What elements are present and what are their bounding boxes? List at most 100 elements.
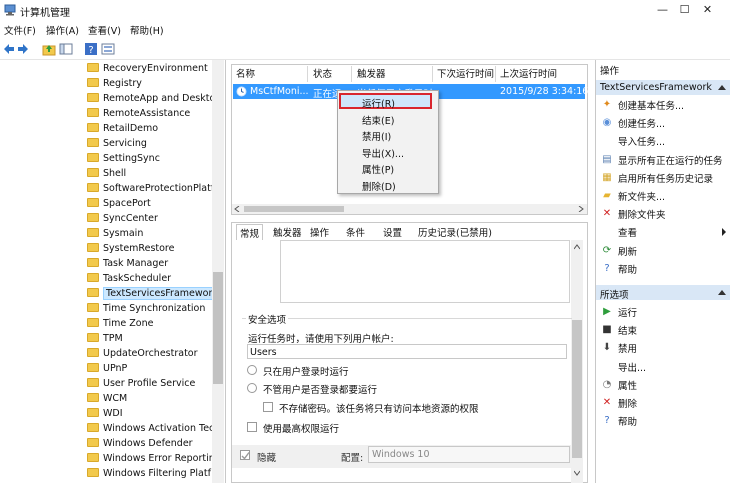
tree-scroll-thumb[interactable]: [213, 272, 223, 384]
task-clock-icon: [236, 86, 247, 97]
action-item[interactable]: 帮助: [618, 262, 637, 276]
column-last-run[interactable]: 上次运行时间: [500, 66, 557, 82]
list-scroll-thumb[interactable]: [244, 206, 344, 212]
menu-help[interactable]: 帮助(H): [130, 23, 164, 37]
tree-item[interactable]: Time Zone: [87, 318, 153, 333]
action-item[interactable]: 刷新: [618, 244, 637, 258]
action-item[interactable]: 删除文件夹: [618, 207, 666, 221]
actions-section-folder[interactable]: TextServicesFramework: [596, 80, 730, 95]
task-last-run: 2015/9/28 3:34:16: [500, 86, 589, 97]
tree-item[interactable]: Windows Error Reporting: [87, 453, 221, 468]
column-next-run[interactable]: 下次运行时间: [437, 66, 494, 82]
column-name[interactable]: 名称: [236, 66, 255, 82]
tree-item[interactable]: WCM: [87, 393, 127, 408]
column-divider[interactable]: [495, 66, 496, 82]
tree-item-label: SyncCenter: [103, 213, 158, 224]
selected-action-item[interactable]: 删除: [618, 396, 637, 410]
tree-item[interactable]: SyncCenter: [87, 213, 158, 228]
back-arrow-icon[interactable]: [3, 43, 15, 55]
description-box[interactable]: [280, 240, 570, 303]
context-end[interactable]: 结束(E): [362, 113, 394, 127]
collapse-arrow-icon[interactable]: [718, 85, 726, 90]
tree-item-label: Time Synchronization: [103, 303, 206, 314]
context-run[interactable]: 运行(R): [362, 96, 395, 110]
menu-file[interactable]: 文件(F): [4, 23, 36, 37]
folder-icon: [87, 78, 99, 87]
tree-item[interactable]: SoftwareProtectionPlatfo: [87, 183, 220, 198]
tree-item[interactable]: RetailDemo: [87, 123, 158, 138]
details-scroll-thumb[interactable]: [572, 320, 582, 458]
scroll-left-icon[interactable]: [234, 206, 240, 212]
tree-item[interactable]: Windows Defender: [87, 438, 193, 453]
tab-actions[interactable]: 操作: [307, 224, 332, 240]
tree-item[interactable]: Task Manager: [87, 258, 168, 273]
scroll-up-icon[interactable]: [574, 244, 580, 250]
tree-item[interactable]: User Profile Service: [87, 378, 195, 393]
tab-settings[interactable]: 设置: [380, 224, 405, 240]
context-properties[interactable]: 属性(P): [362, 162, 394, 176]
up-folder-icon[interactable]: [42, 42, 56, 56]
context-delete[interactable]: 删除(D): [362, 179, 396, 193]
scroll-right-icon[interactable]: [578, 206, 584, 212]
column-divider[interactable]: [307, 66, 308, 82]
tree-item[interactable]: Time Synchronization: [87, 303, 205, 318]
tree-item[interactable]: TextServicesFramework: [87, 287, 221, 303]
actions-section-selected[interactable]: 所选项: [596, 285, 730, 301]
tree-item[interactable]: UPnP: [87, 363, 127, 378]
properties-toolbar-icon[interactable]: [101, 42, 115, 56]
context-disable[interactable]: 禁用(I): [362, 129, 391, 143]
tab-conditions[interactable]: 条件: [343, 224, 368, 240]
config-select[interactable]: Windows 10: [368, 446, 570, 463]
action-item[interactable]: 新文件夹...: [618, 189, 665, 203]
column-status[interactable]: 状态: [313, 66, 332, 82]
close-button[interactable]: ✕: [685, 0, 730, 20]
selected-action-item[interactable]: 结束: [618, 323, 637, 337]
tab-triggers[interactable]: 触发器: [270, 224, 305, 240]
tree-item[interactable]: WDI: [87, 408, 123, 423]
tree-item[interactable]: TPM: [87, 333, 123, 348]
column-trigger[interactable]: 触发器: [357, 66, 386, 82]
tree-item[interactable]: RemoteApp and Desktop: [87, 93, 221, 108]
selected-action-item[interactable]: 运行: [618, 305, 637, 319]
menu-view[interactable]: 查看(V): [88, 23, 121, 37]
tree-item[interactable]: Registry: [87, 78, 142, 93]
tree-item[interactable]: RemoteAssistance: [87, 108, 190, 123]
selected-action-item[interactable]: 导出...: [618, 360, 646, 374]
selected-action-item[interactable]: 禁用: [618, 341, 637, 355]
collapse-arrow-icon[interactable]: [718, 290, 726, 295]
menu-action[interactable]: 操作(A): [46, 23, 79, 37]
tree-item[interactable]: Sysmain: [87, 228, 143, 243]
radio-any-user[interactable]: [247, 383, 257, 393]
radio-logged-on[interactable]: [247, 365, 257, 375]
action-item[interactable]: 导入任务...: [618, 134, 665, 148]
action-item[interactable]: 创建基本任务...: [618, 98, 684, 112]
tree-item[interactable]: SpacePort: [87, 198, 151, 213]
tab-general[interactable]: 常规: [236, 224, 264, 240]
tree-item[interactable]: Windows Filtering Platf: [87, 468, 211, 483]
tree-item[interactable]: SettingSync: [87, 153, 160, 168]
selected-action-item[interactable]: 帮助: [618, 414, 637, 428]
tree-item[interactable]: Shell: [87, 168, 126, 183]
selected-action-item[interactable]: 属性: [618, 378, 637, 392]
context-export[interactable]: 导出(X)...: [362, 146, 404, 160]
forward-arrow-icon[interactable]: [17, 43, 29, 55]
tab-history[interactable]: 历史记录(已禁用): [415, 224, 495, 240]
action-item[interactable]: 创建任务...: [618, 116, 665, 130]
tree-item[interactable]: RecoveryEnvironment: [87, 63, 208, 78]
action-item[interactable]: 显示所有正在运行的任务: [618, 153, 723, 167]
highest-privileges-checkbox[interactable]: [247, 422, 257, 432]
action-item[interactable]: 启用所有任务历史记录: [618, 171, 713, 185]
action-item[interactable]: 查看: [618, 225, 637, 239]
show-hide-tree-icon[interactable]: [59, 42, 73, 56]
no-store-password-checkbox[interactable]: [263, 402, 273, 412]
help-icon: ?: [604, 262, 610, 274]
tree-item[interactable]: SystemRestore: [87, 243, 174, 258]
help-toolbar-icon[interactable]: ?: [84, 42, 98, 56]
tree-item[interactable]: TaskScheduler: [87, 273, 171, 288]
scroll-down-icon[interactable]: [574, 470, 580, 476]
tree-item[interactable]: UpdateOrchestrator: [87, 348, 198, 363]
tree-item[interactable]: Servicing: [87, 138, 147, 153]
column-divider[interactable]: [351, 66, 352, 82]
tree-item[interactable]: Windows Activation Tech: [87, 423, 220, 438]
column-divider[interactable]: [432, 66, 433, 82]
